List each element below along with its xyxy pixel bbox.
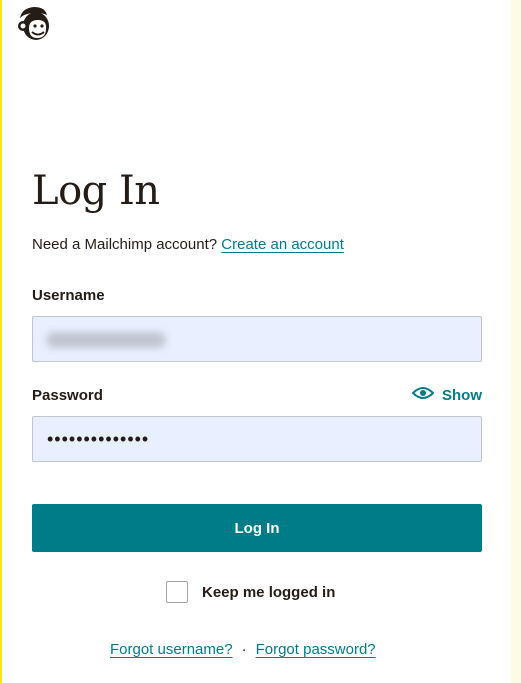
keep-logged-in-row: Keep me logged in [166,581,335,603]
login-button[interactable]: Log In [32,504,482,552]
keep-logged-in-label[interactable]: Keep me logged in [202,584,335,601]
forgot-password-link[interactable]: Forgot password? [256,641,376,658]
username-redacted-value [46,332,166,348]
forgot-links-row: Forgot username? · Forgot password? [110,640,376,660]
mailchimp-logo-icon[interactable] [14,4,54,44]
forgot-username-link[interactable]: Forgot username? [110,641,233,658]
eye-icon [411,386,435,406]
show-password-label: Show [442,387,482,404]
password-label: Password [32,387,103,404]
brand-edge-stripe [0,0,2,683]
side-panel-edge [511,0,521,683]
password-input[interactable] [32,416,482,462]
signup-prompt-text: Need a Mailchimp account? [32,236,218,253]
signup-prompt-row: Need a Mailchimp account? Create an acco… [32,235,344,255]
show-password-toggle[interactable]: Show [411,386,482,406]
link-separator: · [241,641,247,658]
page-title: Log In [32,168,160,214]
create-account-link[interactable]: Create an account [221,236,344,253]
username-label: Username [32,287,105,304]
keep-logged-in-checkbox[interactable] [166,581,188,603]
